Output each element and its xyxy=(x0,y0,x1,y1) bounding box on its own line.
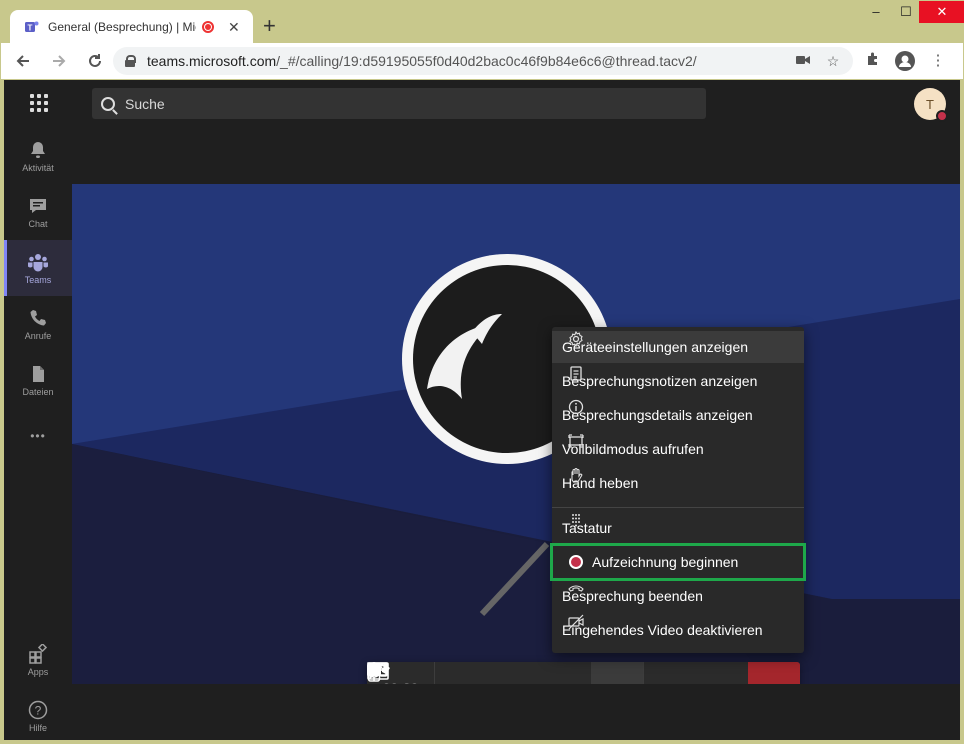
meeting-footer xyxy=(72,684,960,740)
info-icon xyxy=(568,399,584,415)
forward-icon[interactable] xyxy=(47,49,71,73)
help-icon: ? xyxy=(28,700,48,719)
camera-button[interactable] xyxy=(367,662,487,684)
more-actions-menu: Geräteeinstellungen anzeigen Besprechung… xyxy=(550,327,806,653)
browser-menu-icon[interactable]: ⋮ xyxy=(928,51,948,71)
rail-label: Dateien xyxy=(22,386,54,397)
menu-item-meeting-details[interactable]: Besprechungsdetails anzeigen xyxy=(552,399,804,431)
menu-item-fullscreen[interactable]: Vollbildmodus aufrufen xyxy=(552,433,804,465)
rail-item-aktivitaet[interactable]: Aktivität xyxy=(4,128,72,184)
hand-icon xyxy=(571,467,583,483)
end-call-icon xyxy=(568,585,584,592)
presence-busy-icon xyxy=(936,110,948,122)
rail-item-chat[interactable]: Chat xyxy=(4,184,72,240)
rail-label: Teams xyxy=(24,274,52,285)
fullscreen-icon xyxy=(568,434,584,448)
bell-icon xyxy=(31,141,45,158)
svg-text:T: T xyxy=(28,24,33,33)
url-text: teams.microsoft.com/_#/calling/19:d59195… xyxy=(147,53,697,69)
extensions-icon[interactable] xyxy=(863,51,883,71)
more-icon: ••• xyxy=(30,429,46,443)
avatar-initial: T xyxy=(926,96,934,112)
stage-background xyxy=(72,184,960,684)
participants-button[interactable] xyxy=(367,662,748,684)
rail-label: Hilfe xyxy=(28,722,47,733)
menu-item-disable-incoming-video[interactable]: Eingehendes Video deaktivieren xyxy=(552,614,804,646)
search-input[interactable]: Suche xyxy=(92,88,706,119)
rail-item-hilfe[interactable]: ? Hilfe xyxy=(4,688,72,744)
meeting-header xyxy=(72,128,960,184)
profile-icon[interactable] xyxy=(895,51,915,71)
address-bar[interactable]: teams.microsoft.com/_#/calling/19:d59195… xyxy=(113,47,853,75)
gear-icon xyxy=(569,331,583,347)
video-off-icon xyxy=(568,614,584,630)
teams-favicon-icon: T xyxy=(25,21,39,33)
more-actions-button[interactable] xyxy=(367,662,643,684)
notes-icon xyxy=(570,366,582,381)
browser-tab[interactable]: T General (Besprechung) | Micr ✕ xyxy=(10,10,253,44)
search-placeholder: Suche xyxy=(125,95,165,112)
lock-icon xyxy=(125,55,136,67)
app-rail: Aktivität Chat Teams Anrufe Dateien ••• xyxy=(4,128,72,740)
camera-permission-icon[interactable] xyxy=(795,53,811,69)
menu-item-dialpad[interactable]: Tastatur xyxy=(552,512,804,544)
phone-icon xyxy=(30,309,46,325)
new-tab-button[interactable]: + xyxy=(263,13,276,39)
microphone-button[interactable] xyxy=(367,662,539,684)
browser-toolbar: teams.microsoft.com/_#/calling/19:d59195… xyxy=(1,43,963,79)
back-icon[interactable] xyxy=(11,49,35,73)
record-icon xyxy=(568,554,584,570)
rail-label: Chat xyxy=(28,218,48,229)
rail-label: Aktivität xyxy=(22,162,54,173)
rail-item-teams[interactable]: Teams xyxy=(4,240,72,296)
menu-item-start-recording[interactable]: Aufzeichnung beginnen xyxy=(550,543,806,581)
menu-item-label: Besprechungsnotizen anzeigen xyxy=(562,373,758,389)
search-icon xyxy=(101,96,115,111)
rail-item-dateien[interactable]: Dateien xyxy=(4,352,72,408)
tab-close-icon[interactable]: ✕ xyxy=(228,19,240,36)
minimize-button[interactable]: – xyxy=(861,1,891,23)
app-launcher-icon[interactable] xyxy=(30,94,48,112)
bookmark-star-icon[interactable]: ☆ xyxy=(825,53,841,69)
svg-text:?: ? xyxy=(35,703,42,717)
recording-indicator-icon xyxy=(202,21,214,33)
menu-item-end-meeting[interactable]: Besprechung beenden xyxy=(552,580,804,612)
teams-top-bar: Suche T xyxy=(4,80,960,128)
menu-item-label: Besprechungsdetails anzeigen xyxy=(562,407,753,423)
apps-icon xyxy=(29,643,48,664)
teams-app: Suche T Aktivität Chat Teams Anrufe Date… xyxy=(4,80,960,740)
tab-title: General (Besprechung) | Micr xyxy=(48,20,196,34)
rail-item-more[interactable]: ••• xyxy=(4,408,72,464)
video-stage: 00:29 xyxy=(72,184,960,684)
close-window-button[interactable]: ✕ xyxy=(919,1,964,23)
share-screen-button[interactable] xyxy=(367,662,591,684)
teams-icon xyxy=(28,253,48,271)
menu-divider xyxy=(552,507,804,508)
call-control-bar: 00:29 xyxy=(367,662,800,684)
file-icon xyxy=(33,365,44,382)
reload-icon[interactable] xyxy=(83,49,107,73)
chat-icon xyxy=(30,198,46,213)
rail-label: Apps xyxy=(27,666,49,677)
hang-up-button[interactable] xyxy=(368,662,800,684)
conversation-button[interactable] xyxy=(367,662,696,684)
rail-item-apps[interactable]: Apps xyxy=(4,632,72,688)
menu-item-raise-hand[interactable]: Hand heben xyxy=(552,467,804,499)
avatar[interactable]: T xyxy=(914,88,948,122)
menu-item-device-settings[interactable]: Geräteeinstellungen anzeigen xyxy=(552,331,804,363)
rail-item-anrufe[interactable]: Anrufe xyxy=(4,296,72,352)
hang-up-icon xyxy=(368,663,390,671)
dialpad-icon xyxy=(572,514,580,527)
title-bar: T General (Besprechung) | Micr ✕ + – ☐ ✕ xyxy=(1,1,964,44)
menu-item-label: Geräteeinstellungen anzeigen xyxy=(562,339,749,355)
maximize-button[interactable]: ☐ xyxy=(891,1,921,23)
rail-label: Anrufe xyxy=(24,330,52,341)
browser-window: T General (Besprechung) | Micr ✕ + – ☐ ✕… xyxy=(0,0,964,744)
menu-item-label: Aufzeichnung beginnen xyxy=(592,554,739,570)
menu-item-label: Eingehendes Video deaktivieren xyxy=(562,622,763,638)
menu-item-meeting-notes[interactable]: Besprechungsnotizen anzeigen xyxy=(552,365,804,397)
